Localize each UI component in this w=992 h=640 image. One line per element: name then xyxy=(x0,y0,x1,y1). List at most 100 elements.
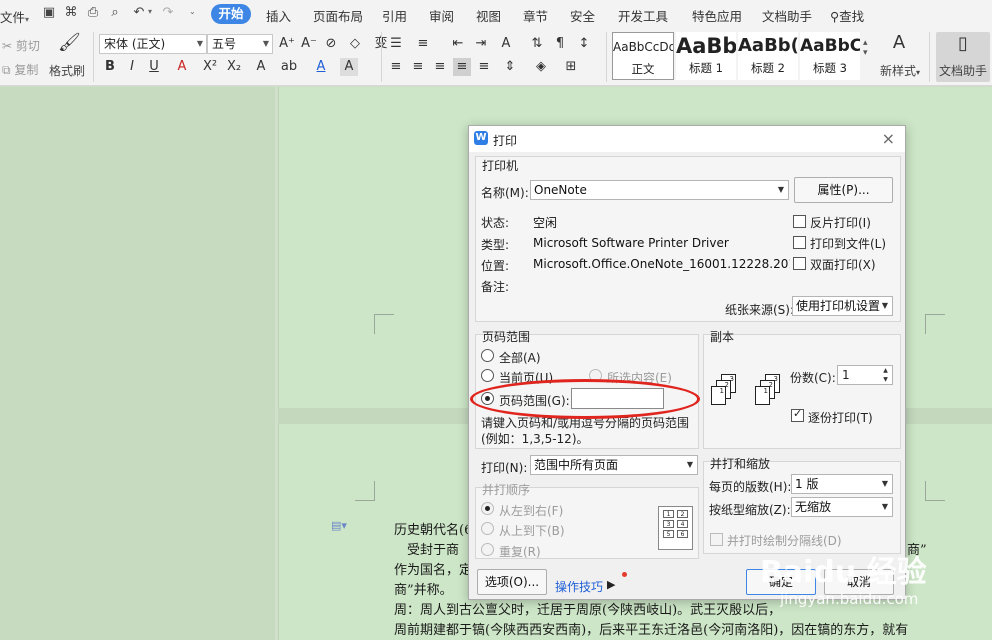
printer-properties-button[interactable]: 属性(P)... xyxy=(794,177,893,203)
new-style-button[interactable]: 新样式▾ xyxy=(880,62,920,79)
collate-label[interactable]: 逐份打印(T) xyxy=(808,409,873,426)
align-right-icon[interactable]: ≡ xyxy=(431,58,449,76)
align-center-icon[interactable]: ≡ xyxy=(409,58,427,76)
spin-down-icon[interactable]: ▼ xyxy=(880,375,891,384)
show-marks-icon[interactable]: ¶ xyxy=(551,35,569,53)
style-heading-1[interactable]: AaBb 标题 1 xyxy=(676,32,736,80)
grow-font-icon[interactable]: A⁺ xyxy=(278,35,296,53)
tab-security[interactable]: 安全 xyxy=(570,6,595,25)
pages-per-sheet-select[interactable]: 1 版 ▼ xyxy=(791,474,893,494)
format-painter-icon[interactable]: 🖌 xyxy=(58,34,81,52)
style-normal[interactable]: AaBbCcDd 正文 xyxy=(612,32,674,80)
search-button[interactable]: ⚲查找 xyxy=(830,6,864,25)
style-heading-3[interactable]: AaBbC 标题 3 xyxy=(800,32,860,80)
paragraph-marker-icon[interactable]: ▤▾ xyxy=(331,519,347,532)
all-pages-radio[interactable] xyxy=(481,349,494,362)
font-color-icon[interactable]: A xyxy=(312,58,330,76)
increase-indent-icon[interactable]: ⇥ xyxy=(472,35,490,53)
print-icon[interactable]: ⎙ xyxy=(85,5,101,21)
video-icon[interactable]: ▶ xyxy=(607,578,615,591)
font-name-select[interactable]: 宋体 (正文) ▼ xyxy=(99,34,207,54)
reverse-print-checkbox[interactable] xyxy=(793,215,806,228)
selection-label[interactable]: 所选内容(E) xyxy=(607,369,672,386)
line-spacing-icon[interactable]: ↕ xyxy=(575,35,593,53)
spin-up-icon[interactable]: ▲ xyxy=(880,366,891,375)
italic-icon[interactable]: I xyxy=(123,58,141,76)
clear-format-icon[interactable]: ⊘ xyxy=(322,35,340,53)
scale-to-paper-select[interactable]: 无缩放 ▼ xyxy=(791,497,893,517)
highlight-icon[interactable]: ab xyxy=(280,58,298,76)
tab-doc-assistant[interactable]: 文档助手 xyxy=(762,6,812,25)
paragraph-spacing-icon[interactable]: ⇕ xyxy=(501,58,519,76)
format-painter-label[interactable]: 格式刷 xyxy=(49,62,85,79)
tips-link[interactable]: 操作技巧 xyxy=(555,578,603,595)
all-pages-label[interactable]: 全部(A) xyxy=(499,349,541,366)
distribute-icon[interactable]: ≡ xyxy=(475,58,493,76)
save-icon[interactable]: ▣ xyxy=(41,5,57,21)
text-direction-icon[interactable]: A xyxy=(497,35,515,53)
strikethrough-icon[interactable]: A xyxy=(173,58,191,76)
print-preview-icon[interactable]: ⌕ xyxy=(107,5,123,21)
eraser-icon[interactable]: ◇ xyxy=(346,35,364,53)
current-page-radio[interactable] xyxy=(481,369,494,382)
tab-references[interactable]: 引用 xyxy=(382,6,407,25)
top-to-bottom-label[interactable]: 从上到下(B) xyxy=(499,522,565,539)
justify-icon[interactable]: ≡ xyxy=(453,58,471,76)
copy-button[interactable]: ⧉ 复制 xyxy=(2,61,38,78)
tab-home[interactable]: 开始 xyxy=(211,4,251,24)
sort-icon[interactable]: ⇅ xyxy=(528,35,546,53)
tab-page-layout[interactable]: 页面布局 xyxy=(313,6,363,25)
left-to-right-label[interactable]: 从左到右(F) xyxy=(499,502,563,519)
underline-icon[interactable]: U xyxy=(145,58,163,76)
superscript-icon[interactable]: X² xyxy=(201,58,219,76)
subscript-icon[interactable]: X₂ xyxy=(225,58,243,76)
tab-features[interactable]: 特色应用 xyxy=(692,6,742,25)
close-icon[interactable]: × xyxy=(882,129,895,148)
draw-borders-checkbox[interactable] xyxy=(710,533,723,546)
repeat-label[interactable]: 重复(R) xyxy=(499,543,541,560)
doc-assistant-button[interactable]: ▯ 文档助手 xyxy=(936,32,990,82)
shading-icon[interactable]: ◈ xyxy=(532,58,550,76)
tab-insert[interactable]: 插入 xyxy=(266,6,291,25)
align-left-icon[interactable]: ≡ xyxy=(387,58,405,76)
text-effect-icon[interactable]: A xyxy=(252,58,270,76)
tab-chapter[interactable]: 章节 xyxy=(523,6,548,25)
dialog-title-bar[interactable]: W 打印 × xyxy=(469,126,905,152)
char-shading-icon[interactable]: A xyxy=(340,58,358,76)
duplex-label[interactable]: 双面打印(X) xyxy=(810,256,876,273)
selection-radio[interactable] xyxy=(589,369,602,382)
styles-scroll-icon[interactable]: ▴ ▾ xyxy=(863,38,868,58)
page-range-radio[interactable] xyxy=(481,392,494,405)
paper-source-select[interactable]: 使用打印机设置 ▼ xyxy=(792,296,893,316)
tab-view[interactable]: 视图 xyxy=(476,6,501,25)
duplex-checkbox[interactable] xyxy=(793,257,806,270)
redo-icon[interactable]: ↷ xyxy=(160,5,176,21)
top-to-bottom-radio[interactable] xyxy=(481,522,494,535)
copies-spinner[interactable]: 1 ▲ ▼ xyxy=(837,365,893,385)
left-to-right-radio[interactable] xyxy=(481,502,494,515)
font-size-select[interactable]: 五号 ▼ xyxy=(207,34,273,54)
print-what-select[interactable]: 范围中所有页面 ▼ xyxy=(530,455,698,475)
cut-button[interactable]: ✂ 剪切 xyxy=(2,37,40,54)
print-to-file-label[interactable]: 打印到文件(L) xyxy=(810,235,886,252)
page-range-label[interactable]: 页码范围(G): xyxy=(499,392,570,409)
file-menu[interactable]: 文件▾ xyxy=(0,7,29,26)
tab-developer[interactable]: 开发工具 xyxy=(618,6,668,25)
borders-icon[interactable]: ⊞ xyxy=(562,58,580,76)
undo-icon[interactable]: ↶ xyxy=(131,5,147,21)
options-button[interactable]: 选项(O)... xyxy=(477,569,547,595)
new-style-icon[interactable]: A xyxy=(890,34,908,52)
bold-icon[interactable]: B xyxy=(101,58,119,76)
decrease-indent-icon[interactable]: ⇤ xyxy=(449,35,467,53)
bullet-list-icon[interactable]: ☰ xyxy=(387,35,405,53)
format-painter-quick-icon[interactable]: ⌘ xyxy=(63,5,79,21)
style-heading-2[interactable]: AaBb( 标题 2 xyxy=(738,32,798,80)
reverse-print-label[interactable]: 反片打印(I) xyxy=(810,214,871,231)
print-to-file-checkbox[interactable] xyxy=(793,236,806,249)
shrink-font-icon[interactable]: A⁻ xyxy=(300,35,318,53)
quick-access-dropdown-icon[interactable]: ⌄ xyxy=(189,7,196,16)
printer-name-select[interactable]: OneNote ▼ xyxy=(530,180,789,200)
current-page-label[interactable]: 当前页(U) xyxy=(499,369,553,386)
repeat-radio[interactable] xyxy=(481,543,494,556)
numbered-list-icon[interactable]: ≡ xyxy=(414,35,432,53)
